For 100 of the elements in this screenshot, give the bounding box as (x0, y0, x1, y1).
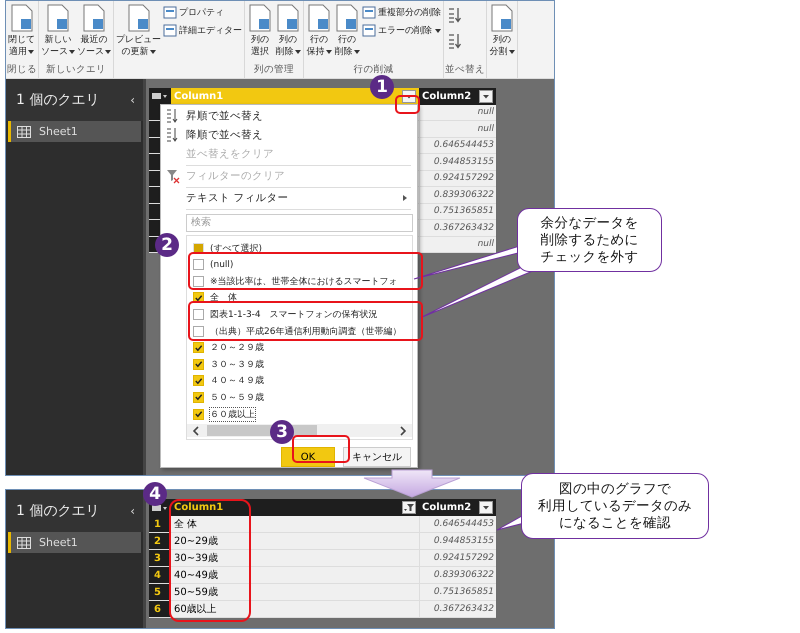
table-menu-icon (152, 92, 168, 100)
checkbox[interactable] (193, 408, 204, 420)
document-icon (306, 4, 332, 32)
ribbon-button[interactable]: プロパティ (162, 5, 243, 20)
ribbon-button[interactable]: 行の 保持 (305, 4, 333, 63)
menu-item[interactable]: 昇順で並べ替え (163, 107, 411, 126)
ribbon-button[interactable]: 列の 削除 (274, 4, 302, 63)
document-icon (275, 4, 301, 32)
ribbon-button[interactable]: 詳細エディター (162, 23, 243, 38)
value-label: ※当該比率は、世帯全体におけるスマートフォ (209, 276, 399, 289)
sort-icon (166, 108, 180, 124)
window-icon (163, 24, 177, 37)
row-number: 2 (149, 533, 171, 549)
table-cell: 0.924157292 (419, 550, 496, 566)
checkbox[interactable] (193, 342, 204, 354)
document-icon (45, 4, 71, 32)
ribbon-group-label: 行の削減 (354, 64, 394, 75)
callout-text: チェックを外す (540, 248, 638, 266)
menu-item[interactable]: 降順で並べ替え (163, 126, 411, 145)
table-cell-text: 30~39歳 (173, 552, 219, 566)
clear-filter-icon (166, 168, 180, 184)
table-cell: 0.944853155 (419, 154, 496, 170)
collapse-button[interactable]: ‹ (130, 504, 135, 518)
ribbon-button[interactable]: プレビュー の更新 (115, 4, 162, 63)
checkbox[interactable] (193, 259, 204, 270)
checkbox[interactable] (193, 308, 204, 320)
ribbon-button[interactable]: 閉じて 適用 (7, 4, 36, 63)
checkbox[interactable] (193, 375, 204, 386)
row-number: 6 (149, 601, 171, 617)
document-icon (8, 4, 34, 32)
ribbon-group-label: 並べ替え (445, 64, 485, 75)
value-label: (null) (209, 258, 234, 271)
ribbon-group-label: 列の管理 (254, 64, 294, 75)
table-cell-text: 全 体 (173, 518, 198, 532)
cancel-button[interactable]: キャンセル (343, 447, 411, 467)
callout-text: 利用しているデータのみ (538, 498, 692, 514)
table-icon (17, 536, 31, 548)
ribbon-button[interactable]: 列の 分割 (488, 4, 516, 63)
window-icon (163, 6, 177, 19)
collapse-button[interactable]: ‹ (130, 93, 135, 107)
table-cell: 0.839306322 (419, 567, 496, 583)
ok-button[interactable]: OK (281, 447, 335, 467)
search-field[interactable]: 検索 (186, 214, 413, 232)
column-header[interactable]: Column2 (419, 499, 496, 516)
horizontal-scrollbar[interactable] (187, 424, 412, 438)
submenu-arrow-icon (403, 195, 407, 202)
value-label: ４０～４９歳 (209, 374, 265, 388)
table-cell: null (419, 104, 496, 120)
check-icon (194, 342, 203, 353)
check-icon (194, 376, 203, 386)
ribbon-button[interactable]: 列の 選択 (246, 4, 274, 63)
scroll-left-icon (193, 426, 199, 436)
sort-icon (447, 33, 461, 49)
callout-text: 図の中のグラフで (559, 480, 671, 498)
table-cell: 0.751365851 (419, 204, 496, 219)
table-cell: 0.924157292 (419, 170, 496, 186)
ribbon-button[interactable]: 重複部分の削除 (361, 5, 442, 20)
value-label: ５０～５９歳 (209, 392, 265, 405)
check-icon (194, 409, 203, 420)
callout-text: になることを確認 (559, 514, 671, 532)
ribbon-button[interactable]: 新しい ソース (40, 4, 76, 63)
table-cell-text: 40~49歳 (173, 568, 219, 583)
menu-item[interactable]: テキスト フィルター (163, 188, 411, 208)
check-icon (194, 392, 203, 402)
table-cell-text: 20~29歳 (173, 534, 219, 549)
queries-title: 1 個のクエリ (16, 91, 100, 109)
query-item[interactable]: Sheet1 (8, 121, 141, 142)
ribbon-group-label: 新しいクエリ (46, 64, 106, 75)
document-icon (247, 4, 273, 32)
callout-text: 余分なデータを (540, 214, 638, 232)
value-label: 図表1-1-3-4 スマートフォンの保有状況 (209, 308, 379, 322)
highlight-frame (292, 435, 350, 463)
table-cell-text: 50~59歳 (173, 586, 219, 600)
queries-title: 1 個のクエリ (16, 502, 100, 520)
checkbox[interactable] (193, 392, 204, 403)
document-icon (81, 4, 107, 32)
scroll-right-icon (400, 426, 406, 436)
column-header[interactable]: Column2 (419, 88, 496, 104)
window-icon (362, 24, 376, 37)
ribbon-button[interactable]: 行の 削除 (333, 4, 361, 63)
checkbox[interactable] (193, 358, 204, 370)
value-label: ３０～３９歳 (209, 358, 265, 372)
table-cell: 0.646544453 (419, 138, 496, 153)
document-icon (126, 4, 152, 32)
table-cell: null (419, 236, 496, 252)
sort-icon (447, 7, 461, 23)
checkbox[interactable] (193, 326, 204, 337)
checkbox[interactable] (193, 276, 204, 287)
document-icon (334, 4, 360, 32)
column-header[interactable]: Column1 (171, 499, 419, 516)
row-number: 1 (149, 516, 171, 532)
highlight-frame (395, 95, 420, 114)
step-badge: 4 (143, 482, 167, 506)
document-icon (489, 4, 515, 32)
ribbon-group-label: 閉じる (7, 64, 37, 75)
callout-text: 削除するために (540, 232, 638, 248)
table-cell: 0.367263432 (419, 601, 496, 617)
ribbon-button[interactable]: エラーの削除 (361, 23, 442, 38)
query-item[interactable]: Sheet1 (8, 532, 141, 553)
ribbon-button[interactable]: 最近の ソース (76, 4, 112, 63)
